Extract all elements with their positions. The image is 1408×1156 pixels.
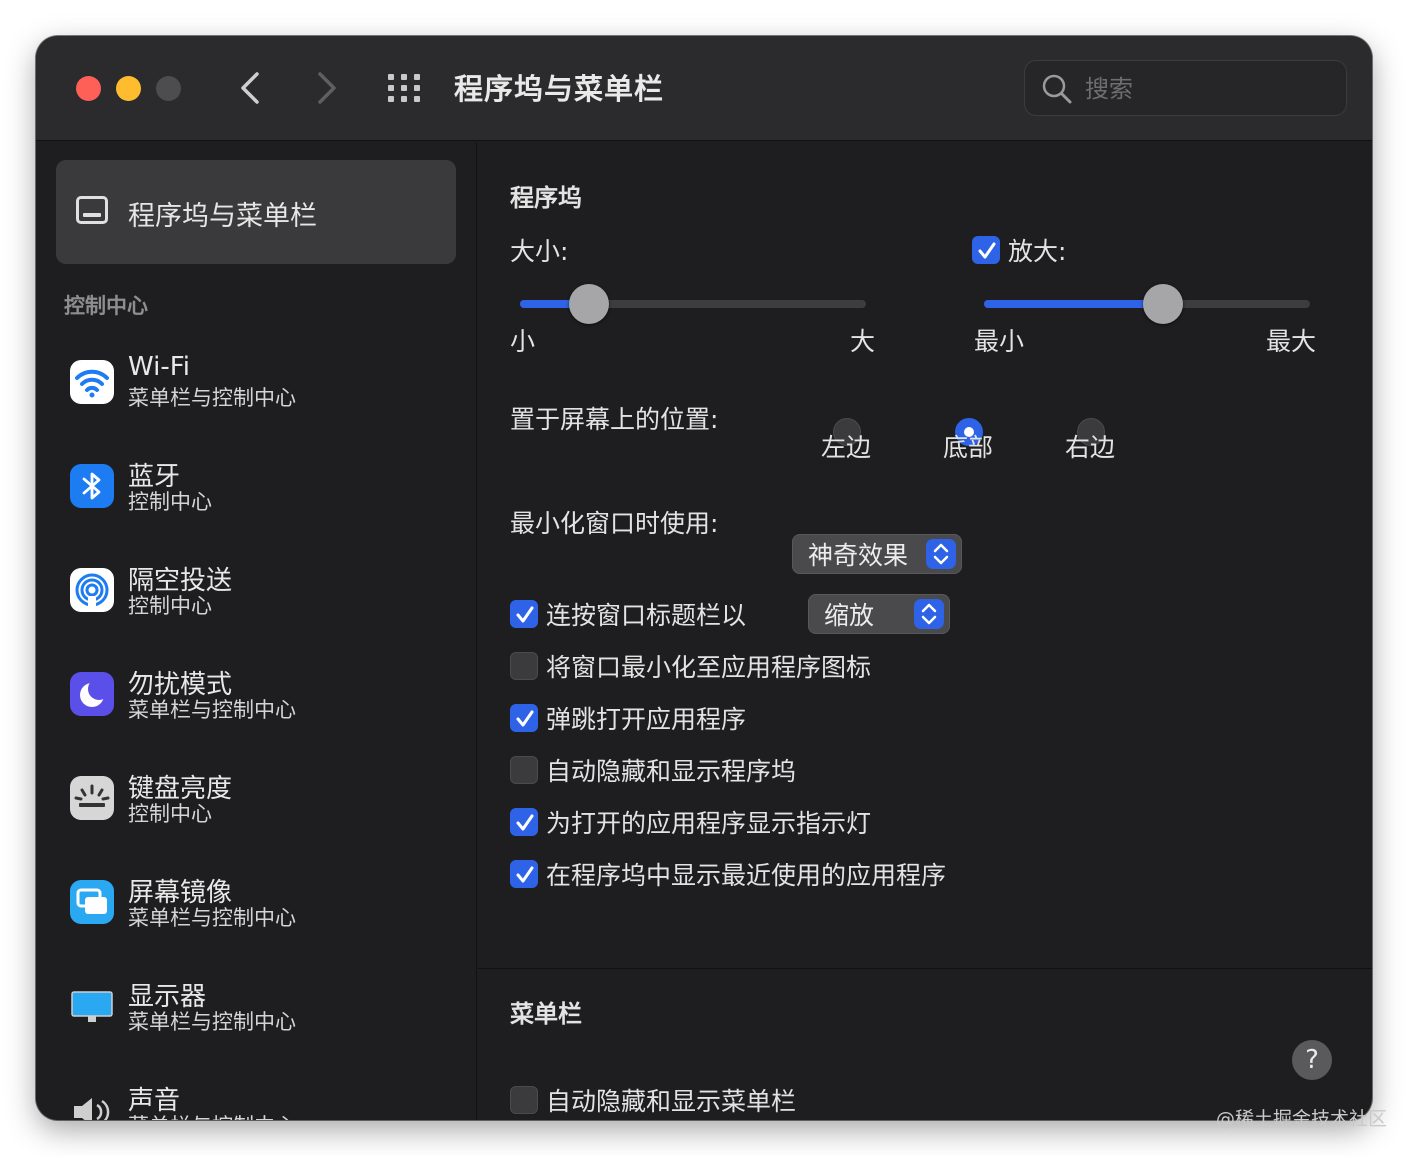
sidebar-item-subtitle: 菜单栏与控制中心 [128,1010,296,1034]
size-slider[interactable] [520,284,866,324]
magnification-label: 放大: [1008,237,1067,266]
animate-opening-label: 弹跳打开应用程序 [546,705,747,734]
airdrop-icon [70,568,114,612]
sidebar-item-subtitle: 控制中心 [128,490,212,514]
minimize-effect-value: 神奇效果 [808,541,909,570]
show-recent-apps-checkbox[interactable] [510,860,538,888]
sidebar-item-name: Wi-Fi [128,352,191,382]
forward-button[interactable] [308,66,344,110]
double-click-label: 连按窗口标题栏以 [546,601,747,630]
system-preferences-window: 程序坞与菜单栏 程序坞与菜单栏 控制中心 [36,36,1372,1120]
zoom-button[interactable] [156,76,181,101]
autohide-dock-label: 自动隐藏和显示程序坞 [546,757,797,786]
sidebar-item-subtitle: 控制中心 [128,594,212,618]
back-button[interactable] [233,66,269,110]
position-right-label: 右边 [1065,433,1116,462]
size-max-label: 大 [850,327,876,356]
sidebar-item-subtitle: 控制中心 [128,802,212,826]
dock-icon [76,196,108,224]
sidebar-section-header: 控制中心 [64,294,148,318]
updown-chevron-icon [914,599,944,629]
window-title: 程序坞与菜单栏 [454,72,665,106]
minimize-to-app-icon-label: 将窗口最小化至应用程序图标 [546,653,872,682]
sidebar-item-label: 程序坞与菜单栏 [128,201,317,232]
minimize-effect-popup[interactable]: 神奇效果 [792,534,962,574]
dock-section-header: 程序坞 [510,184,582,212]
sidebar-item-dock-menubar[interactable]: 程序坞与菜单栏 [56,160,456,264]
sidebar-item-wifi[interactable]: Wi-Fi 菜单栏与控制中心 [68,352,468,434]
double-click-action-popup[interactable]: 缩放 [808,594,950,634]
double-click-action-value: 缩放 [824,601,875,630]
autohide-menubar-label: 自动隐藏和显示菜单栏 [546,1087,797,1116]
checkmark-icon [516,866,534,883]
sidebar-item-keyboard-brightness[interactable]: 键盘亮度 控制中心 [68,770,468,850]
checkmark-icon [978,242,996,259]
magnification-slider-fill [984,300,1163,308]
keyboard-brightness-icon [70,776,114,820]
sidebar: 程序坞与菜单栏 控制中心 Wi-Fi 菜单栏与控制中心 蓝牙 控制中心 隔空投送… [36,142,477,1120]
main-panel: 程序坞 大小: 小 大 放大: 最小 最大 置于屏幕上的位置: 左边 底部 右边… [478,142,1372,1120]
titlebar: 程序坞与菜单栏 [36,36,1372,141]
sidebar-item-do-not-disturb[interactable]: 勿扰模式 菜单栏与控制中心 [68,666,468,746]
sidebar-item-subtitle: 菜单栏与控制中心 [128,1110,296,1120]
sidebar-item-display[interactable]: 显示器 菜单栏与控制中心 [68,978,468,1058]
position-label: 置于屏幕上的位置: [510,405,719,434]
search-input[interactable] [1085,71,1335,107]
size-slider-knob[interactable] [569,284,609,324]
search-field[interactable] [1024,60,1347,116]
size-min-label: 小 [510,327,536,356]
minimize-using-label: 最小化窗口时使用: [510,509,719,538]
screen-mirroring-icon [70,880,114,924]
magnification-min-label: 最小 [974,327,1025,356]
size-label: 大小: [510,237,569,266]
updown-chevron-icon [926,539,956,569]
magnification-slider-knob[interactable] [1143,284,1183,324]
show-indicators-checkbox[interactable] [510,808,538,836]
minimize-button[interactable] [116,76,141,101]
double-click-checkbox[interactable] [510,600,538,628]
sidebar-item-subtitle: 菜单栏与控制中心 [128,698,296,722]
magnification-slider[interactable] [984,284,1310,324]
display-icon [70,984,114,1028]
minimize-to-app-icon-checkbox[interactable] [510,652,538,680]
checkmark-icon [516,606,534,623]
autohide-dock-checkbox[interactable] [510,756,538,784]
sidebar-item-sound[interactable]: 声音 菜单栏与控制中心 [68,1082,468,1120]
show-indicators-label: 为打开的应用程序显示指示灯 [546,809,872,838]
section-divider [478,968,1372,969]
speaker-icon [70,1088,114,1120]
sidebar-item-subtitle: 菜单栏与控制中心 [128,386,296,410]
show-recent-apps-label: 在程序坞中显示最近使用的应用程序 [546,861,947,890]
checkmark-icon [516,814,534,831]
sidebar-item-screen-mirroring[interactable]: 屏幕镜像 菜单栏与控制中心 [68,874,468,954]
magnification-max-label: 最大 [1266,327,1317,356]
search-icon [1042,74,1072,104]
bluetooth-icon [70,464,114,508]
autohide-menubar-checkbox[interactable] [510,1086,538,1114]
magnification-checkbox[interactable] [972,236,1000,264]
sidebar-item-airdrop[interactable]: 隔空投送 控制中心 [68,562,468,642]
sidebar-item-subtitle: 菜单栏与控制中心 [128,906,296,930]
watermark: @稀土掘金技术社区 [1216,1108,1388,1130]
chevron-right-icon [318,72,336,104]
close-button[interactable] [76,76,101,101]
chevron-left-icon [241,72,259,104]
sidebar-item-bluetooth[interactable]: 蓝牙 控制中心 [68,458,468,538]
menubar-section-header: 菜单栏 [510,1000,582,1028]
animate-opening-checkbox[interactable] [510,704,538,732]
show-all-grid-button[interactable] [386,72,426,104]
checkmark-icon [516,710,534,727]
help-button[interactable]: ? [1292,1040,1332,1080]
wifi-icon [70,360,114,404]
position-bottom-label: 底部 [943,433,994,462]
moon-icon [70,672,114,716]
position-left-label: 左边 [821,433,872,462]
